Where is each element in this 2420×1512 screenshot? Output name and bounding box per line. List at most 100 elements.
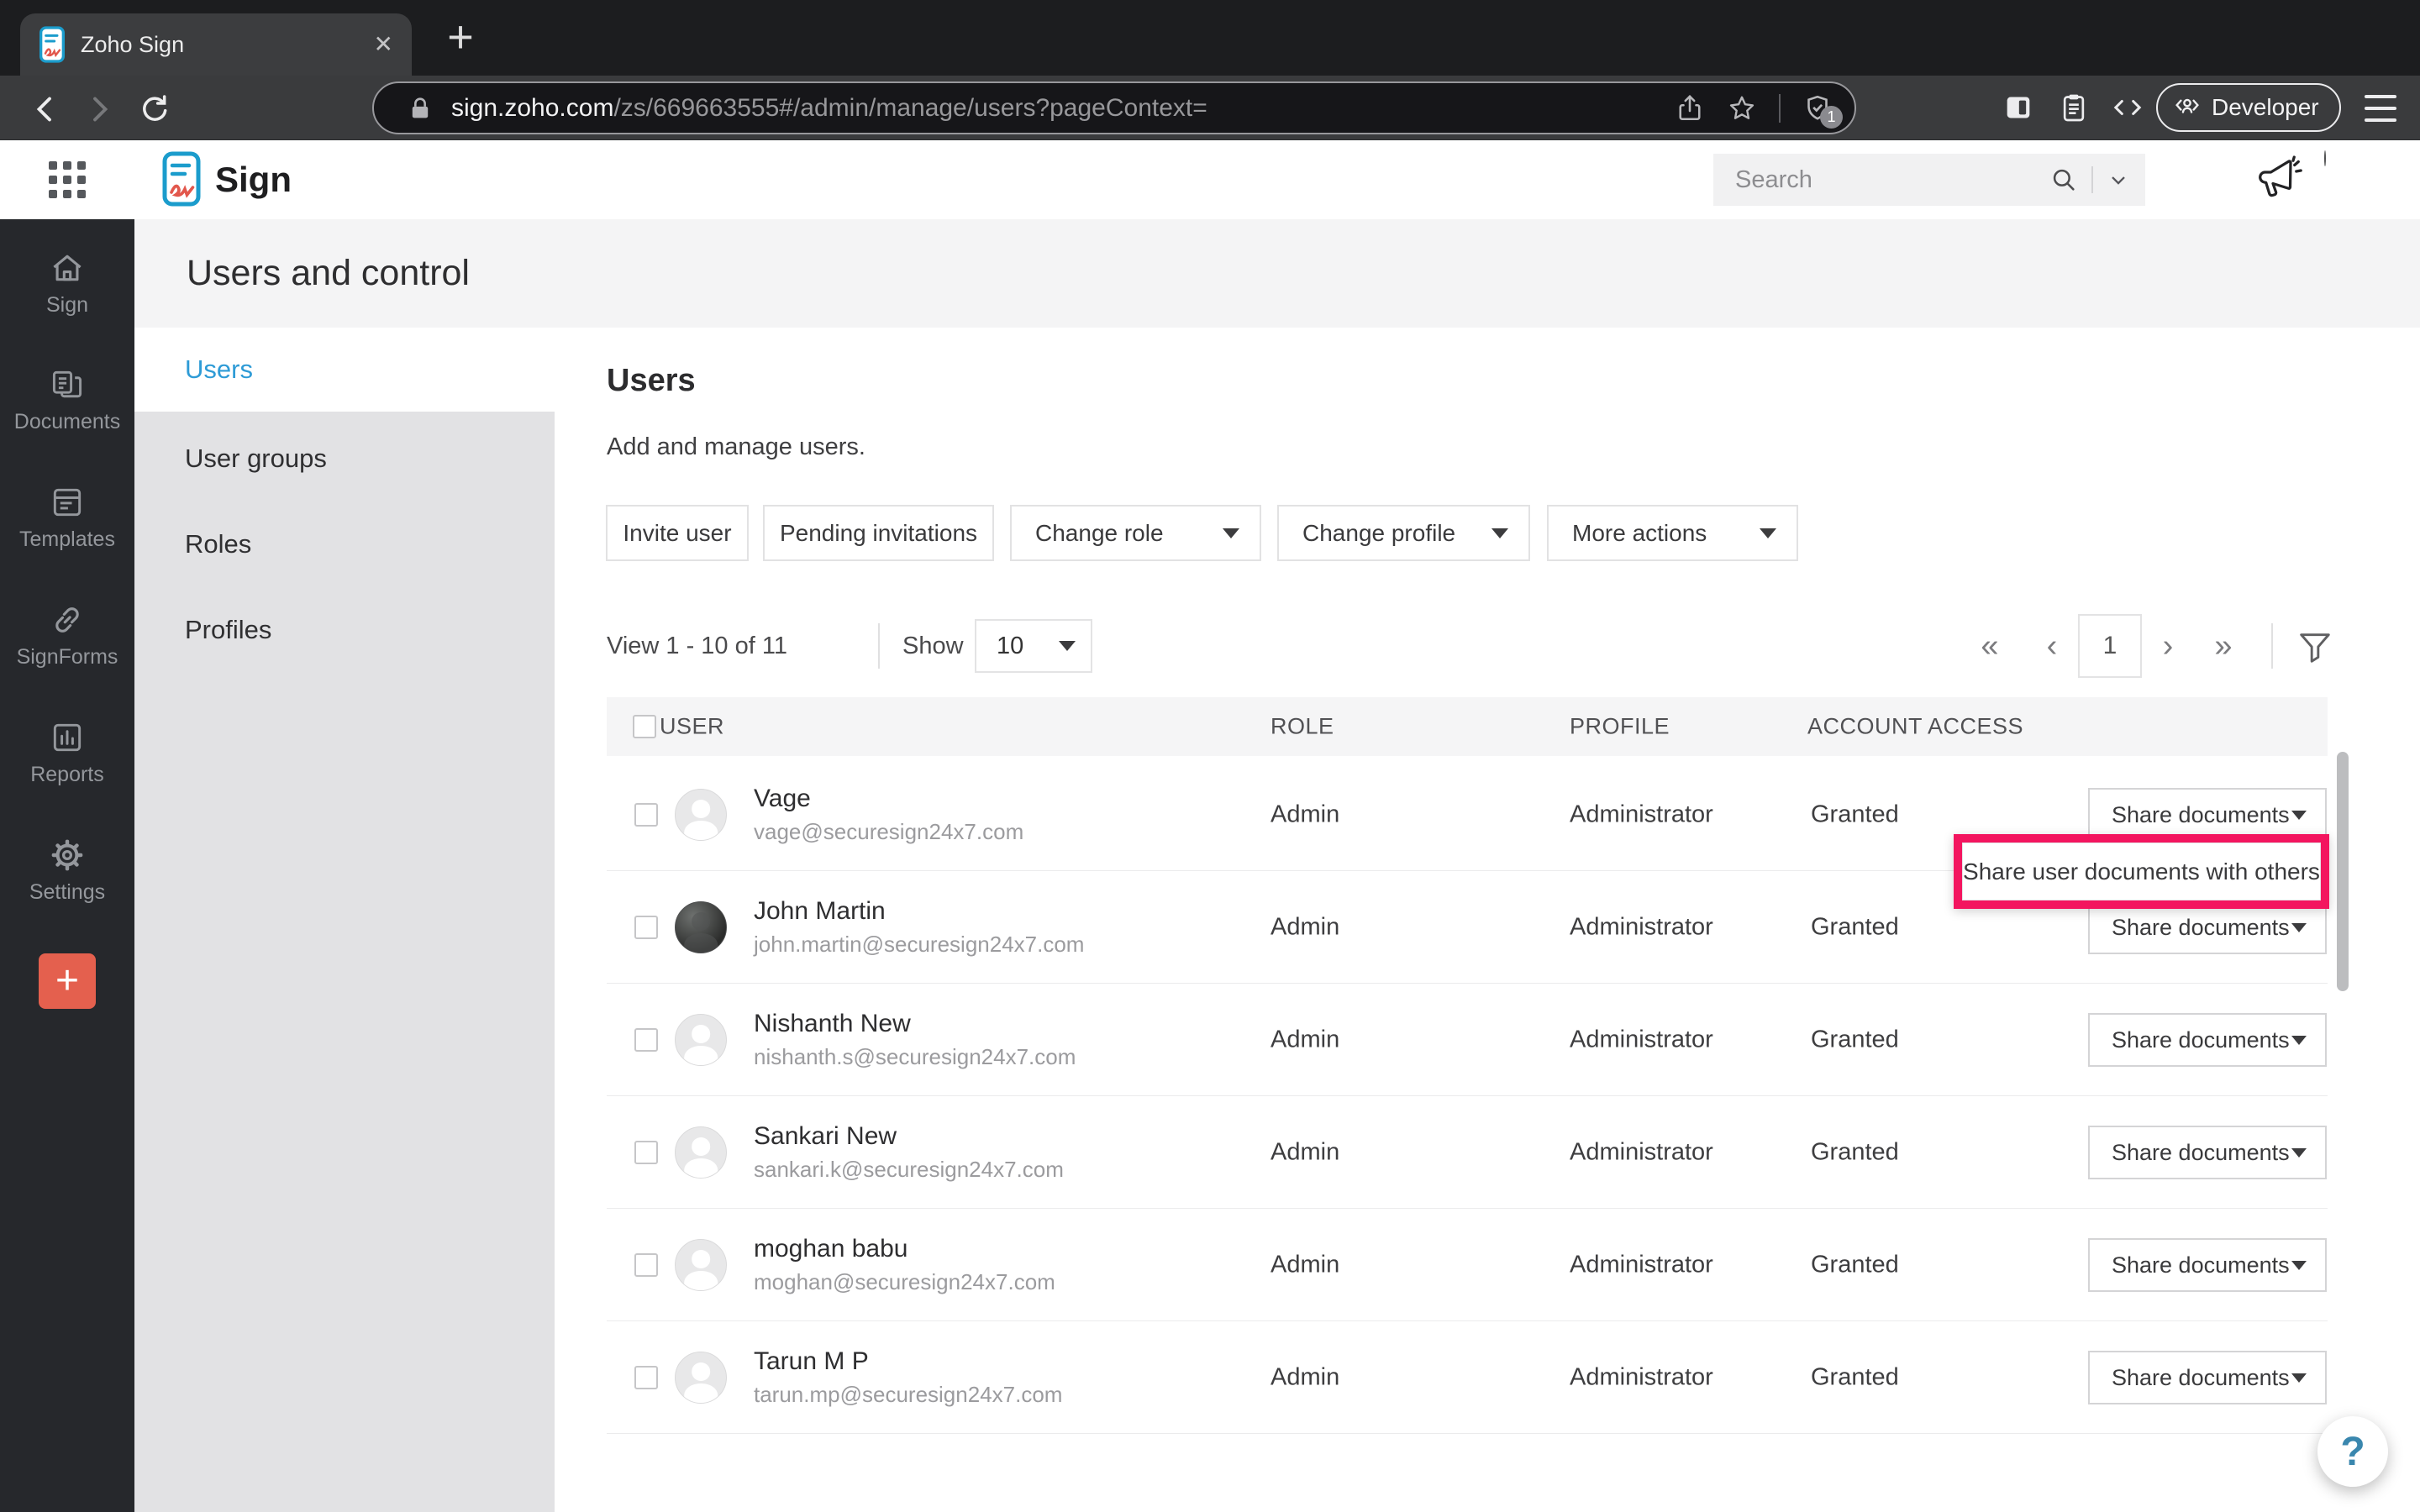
row-checkbox[interactable] xyxy=(634,1141,658,1164)
sidebar-item-label: Settings xyxy=(29,880,106,904)
share-documents-tooltip-highlight: Share user documents with others xyxy=(1954,834,2329,909)
current-page-input[interactable]: 1 xyxy=(2078,614,2142,678)
search-divider xyxy=(2091,166,2093,193)
user-avatar xyxy=(675,1239,727,1291)
app-launcher-icon[interactable] xyxy=(49,161,86,198)
announcements-megaphone-icon[interactable] xyxy=(2254,155,2304,205)
search-input[interactable] xyxy=(1735,165,2036,194)
bookmark-star-icon[interactable] xyxy=(1727,93,1757,123)
sidebar-item-signforms[interactable]: SignForms xyxy=(0,601,134,669)
share-icon[interactable] xyxy=(1675,93,1705,123)
caret-down-icon xyxy=(2291,922,2307,932)
global-search[interactable] xyxy=(1713,154,2145,206)
settings-nav-users[interactable]: Users xyxy=(134,328,555,412)
url-bar[interactable]: sign.zoho.com/zs/669663555#/admin/manage… xyxy=(372,81,1856,134)
table-row: Nishanth New nishanth.s@securesign24x7.c… xyxy=(607,984,2328,1096)
pagination-divider xyxy=(878,623,880,669)
account-access: Granted xyxy=(1811,913,1899,940)
account-access: Granted xyxy=(1811,1251,1899,1278)
change-profile-dropdown[interactable]: Change profile xyxy=(1277,505,1530,561)
zoho-sign-favicon xyxy=(39,26,66,63)
caret-down-icon xyxy=(1760,528,1776,538)
new-tab-button[interactable]: + xyxy=(434,12,487,66)
user-profile: Administrator xyxy=(1570,1138,1713,1165)
user-profile: Administrator xyxy=(1570,801,1713,827)
page-size-select[interactable]: 10 xyxy=(975,619,1092,673)
help-button[interactable]: ? xyxy=(2317,1416,2388,1487)
shield-badge: 1 xyxy=(1820,105,1843,129)
sidebar-item-templates[interactable]: Templates xyxy=(0,484,134,552)
privacy-shield-icon[interactable]: 1 xyxy=(1802,93,1843,129)
row-checkbox[interactable] xyxy=(634,1253,658,1277)
row-checkbox[interactable] xyxy=(634,1028,658,1052)
forward-button[interactable] xyxy=(82,92,116,126)
user-name: Tarun M P xyxy=(754,1347,869,1375)
developer-profile-button[interactable]: Developer xyxy=(2156,83,2341,132)
user-name: Sankari New xyxy=(754,1121,897,1150)
account-avatar[interactable] xyxy=(2324,150,2326,166)
refresh-button[interactable] xyxy=(138,92,171,126)
row-checkbox[interactable] xyxy=(634,1366,658,1389)
share-documents-tooltip: Share user documents with others xyxy=(1962,843,2321,900)
sidebar-item-documents[interactable]: Documents xyxy=(0,366,134,434)
table-row: moghan babu moghan@securesign24x7.com Ad… xyxy=(607,1209,2328,1321)
sidebar-item-reports[interactable]: Reports xyxy=(0,719,134,787)
change-role-dropdown[interactable]: Change role xyxy=(1010,505,1261,561)
invite-user-button[interactable]: Invite user xyxy=(606,505,749,561)
user-profile: Administrator xyxy=(1570,1251,1713,1278)
column-header-role: ROLE xyxy=(1270,713,1334,739)
clipboard-icon[interactable] xyxy=(2057,91,2091,124)
table-scrollbar[interactable] xyxy=(2337,752,2349,991)
sidebar-toggle-icon[interactable] xyxy=(2002,91,2035,124)
share-documents-label: Share documents xyxy=(2112,914,2290,940)
prev-page-button[interactable]: ‹ xyxy=(2032,613,2072,679)
page-size-label: Show xyxy=(902,633,964,659)
row-checkbox[interactable] xyxy=(634,803,658,827)
section-description: Add and manage users. xyxy=(607,433,865,460)
first-page-button[interactable]: « xyxy=(1970,613,2010,679)
back-button[interactable] xyxy=(29,92,62,126)
column-header-account-access: ACCOUNT ACCESS xyxy=(1807,713,2024,739)
share-documents-dropdown[interactable]: Share documents xyxy=(2088,1351,2327,1404)
filter-funnel-icon[interactable] xyxy=(2296,625,2336,669)
users-panel: Users Add and manage users. Invite user … xyxy=(555,328,2420,1512)
caret-down-icon xyxy=(1223,528,1239,538)
lock-icon xyxy=(406,94,434,123)
share-documents-dropdown[interactable]: Share documents xyxy=(2088,1013,2327,1067)
next-page-button[interactable]: › xyxy=(2148,613,2188,679)
user-info: Vage vage@securesign24x7.com xyxy=(754,785,1023,845)
sidebar-item-label: Documents xyxy=(13,410,121,433)
search-scope-chevron-icon[interactable] xyxy=(2107,168,2130,192)
select-all-checkbox[interactable] xyxy=(633,715,656,738)
create-new-button[interactable]: + xyxy=(39,953,96,1009)
share-documents-dropdown[interactable]: Share documents xyxy=(2088,1126,2327,1179)
change-role-label: Change role xyxy=(1035,519,1164,546)
sidebar-item-settings[interactable]: Settings xyxy=(0,837,134,905)
settings-nav-profiles[interactable]: Profiles xyxy=(134,596,555,664)
search-icon[interactable] xyxy=(2049,165,2078,194)
tab-close-icon[interactable]: ✕ xyxy=(374,33,393,56)
settings-nav-roles[interactable]: Roles xyxy=(134,511,555,578)
row-checkbox[interactable] xyxy=(634,916,658,939)
settings-nav-user-groups[interactable]: User groups xyxy=(134,425,555,492)
pending-invitations-button[interactable]: Pending invitations xyxy=(763,505,994,561)
share-documents-dropdown[interactable]: Share documents xyxy=(2088,1238,2327,1292)
zoho-sign-logo[interactable] xyxy=(162,151,201,207)
user-email: vage@securesign24x7.com xyxy=(754,818,1024,844)
more-actions-dropdown[interactable]: More actions xyxy=(1547,505,1798,561)
pagination-view-text: View 1 - 10 of 11 xyxy=(607,633,787,659)
page-title-bar: Users and control xyxy=(134,219,2420,328)
share-documents-label: Share documents xyxy=(2112,1026,2290,1053)
browser-tab[interactable]: Zoho Sign ✕ xyxy=(20,13,412,76)
users-table-header: USER ROLE PROFILE ACCOUNT ACCESS xyxy=(607,697,2328,756)
user-name: John Martin xyxy=(754,896,886,925)
last-page-button[interactable]: » xyxy=(2203,613,2244,679)
browser-menu-icon[interactable] xyxy=(2365,95,2396,122)
user-name: Nishanth New xyxy=(754,1009,911,1037)
app-header: Sign xyxy=(0,140,2420,219)
devtools-code-icon[interactable] xyxy=(2111,91,2144,124)
table-row: Sankari New sankari.k@securesign24x7.com… xyxy=(607,1096,2328,1209)
sidebar-item-sign[interactable]: Sign xyxy=(0,249,134,318)
user-avatar xyxy=(675,1014,727,1066)
link-icon xyxy=(55,607,79,633)
